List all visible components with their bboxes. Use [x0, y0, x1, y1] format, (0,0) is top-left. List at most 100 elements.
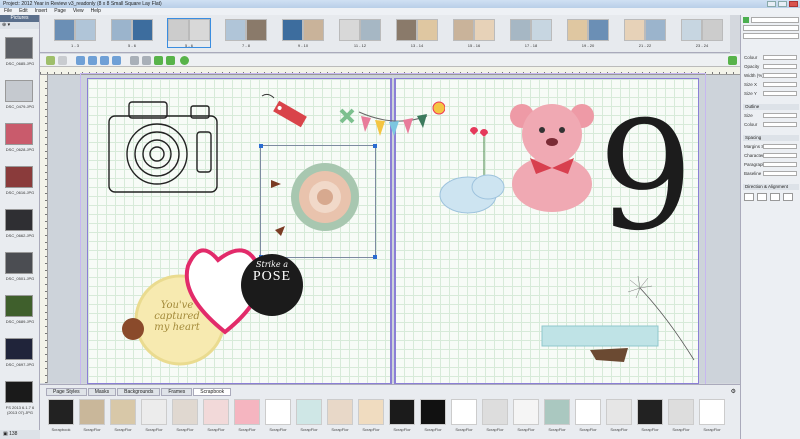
scrapbook-item[interactable]: ScrapFlor: [356, 399, 386, 437]
scrapbook-item[interactable]: ScrapFlor: [635, 399, 665, 437]
number-nine-sticker[interactable]: 9: [598, 102, 693, 252]
redo-icon[interactable]: [58, 56, 67, 65]
picture-thumbnail[interactable]: [5, 252, 33, 274]
maximize-button[interactable]: [778, 1, 787, 7]
spacing-1-field[interactable]: [763, 153, 797, 158]
scrapbook-item[interactable]: ScrapFlor: [511, 399, 541, 437]
play-icon[interactable]: [180, 56, 189, 65]
property-3-field[interactable]: [763, 82, 797, 87]
style-select[interactable]: [743, 25, 799, 31]
align-center-icon[interactable]: [757, 193, 767, 201]
menu-page[interactable]: Page: [54, 8, 66, 15]
scrapbook-item[interactable]: ScrapFlor: [263, 399, 293, 437]
spread-thumbnail[interactable]: 11 - 12: [339, 19, 381, 48]
font-select[interactable]: [751, 17, 799, 23]
spread-thumbnail[interactable]: 9 - 10: [282, 19, 324, 48]
align-right-icon[interactable]: [770, 193, 780, 201]
arrow-left-icon[interactable]: [154, 56, 163, 65]
scrapbook-item[interactable]: ScrapFlor: [294, 399, 324, 437]
settings-icon[interactable]: ⚙: [731, 388, 736, 395]
menu-help[interactable]: Help: [91, 8, 101, 15]
picture-thumbnail[interactable]: [5, 381, 33, 403]
menu-view[interactable]: View: [73, 8, 84, 15]
zoom-out-icon[interactable]: [130, 56, 139, 65]
minimize-button[interactable]: [767, 1, 776, 7]
picture-thumbnail[interactable]: [5, 209, 33, 231]
align-justify-icon[interactable]: [783, 193, 793, 201]
scrapbook-item[interactable]: ScrapFlor: [480, 399, 510, 437]
scrapbook-item[interactable]: Scrapbook: [46, 399, 76, 437]
scrapbook-item[interactable]: ScrapFlor: [697, 399, 727, 437]
scrapbook-item[interactable]: ScrapFlor: [573, 399, 603, 437]
scrapbook-item[interactable]: ScrapFlor: [418, 399, 448, 437]
duplicate-page-icon[interactable]: [88, 56, 97, 65]
scrapbook-item[interactable]: ScrapFlor: [325, 399, 355, 437]
spread-thumbnail[interactable]: 13 - 14: [396, 19, 438, 48]
scrapbook-item[interactable]: ScrapFlor: [542, 399, 572, 437]
add-image-icon[interactable]: [112, 56, 121, 65]
spacing-3-field[interactable]: [763, 171, 797, 176]
undo-icon[interactable]: [46, 56, 55, 65]
scrapbook-item[interactable]: ScrapFlor: [108, 399, 138, 437]
scrapbook-item[interactable]: ScrapFlor: [77, 399, 107, 437]
spread-thumbnail[interactable]: 15 - 16: [453, 19, 495, 48]
ribbon-tape-sticker[interactable]: [540, 322, 660, 364]
scrapbook-item[interactable]: ScrapFlor: [604, 399, 634, 437]
scrapbook-item[interactable]: ScrapFlor: [170, 399, 200, 437]
picture-thumbnail[interactable]: [5, 123, 33, 145]
tab-backgrounds[interactable]: Backgrounds: [117, 388, 161, 396]
scrapbook-item[interactable]: ScrapFlor: [232, 399, 262, 437]
spacing-2-field[interactable]: [763, 162, 797, 167]
picture-thumbnail[interactable]: [5, 80, 33, 102]
size-select[interactable]: [743, 33, 799, 39]
spread-thumbnail[interactable]: 17 - 18: [510, 19, 552, 48]
window-title: Project: 2012 Year in Review v3_readonly…: [3, 1, 162, 7]
menu-insert[interactable]: Insert: [35, 8, 48, 15]
picture-thumbnail[interactable]: [5, 338, 33, 360]
spread-thumbnail[interactable]: 5 - 6: [167, 18, 211, 48]
zoom-in-icon[interactable]: [142, 56, 151, 65]
add-page-icon[interactable]: [76, 56, 85, 65]
scrapbook-item[interactable]: ScrapFlor: [666, 399, 696, 437]
panel-toggle-icon[interactable]: [728, 56, 737, 65]
tab-page-styles[interactable]: Page Styles: [46, 388, 87, 396]
property-2-field[interactable]: [763, 73, 797, 78]
pictures-toolbar[interactable]: ⊕ ▾: [0, 22, 39, 29]
outline-1-field[interactable]: [763, 122, 797, 127]
spacing-0-field[interactable]: [763, 144, 797, 149]
align-left-icon[interactable]: [744, 193, 754, 201]
tab-masks[interactable]: Masks: [87, 388, 117, 396]
menu-file[interactable]: File: [4, 8, 12, 15]
camera-sticker[interactable]: [105, 92, 225, 202]
property-4-field[interactable]: [763, 91, 797, 96]
teddy-bear-sticker[interactable]: [502, 100, 607, 215]
close-button[interactable]: [789, 1, 798, 7]
menu-edit[interactable]: Edit: [19, 8, 28, 15]
tag-sticker[interactable]: [260, 92, 310, 132]
add-textbox-icon[interactable]: [100, 56, 109, 65]
flower-sticker[interactable]: [265, 152, 375, 247]
button-sticker[interactable]: [122, 318, 144, 340]
spread-thumbnail[interactable]: 1 - 3: [54, 19, 96, 48]
outline-0-field[interactable]: [763, 113, 797, 118]
spread-thumbnail[interactable]: 7 - 8: [225, 19, 267, 48]
picture-thumbnail[interactable]: [5, 295, 33, 317]
scrapbook-item[interactable]: ScrapFlor: [201, 399, 231, 437]
spread-thumbnail[interactable]: 5 - 6: [111, 19, 153, 48]
tab-scrapbook[interactable]: Scrapbook: [193, 388, 232, 396]
tab-frames[interactable]: Frames: [161, 388, 193, 396]
picture-thumbnail[interactable]: [5, 166, 33, 188]
spread-thumbnail[interactable]: 23 - 24: [681, 19, 723, 48]
spread-thumbnail[interactable]: 21 - 22: [624, 19, 666, 48]
spread-thumbnail[interactable]: 19 - 20: [567, 19, 609, 48]
picture-thumbnail[interactable]: [5, 37, 33, 59]
bunting-sticker[interactable]: [335, 98, 445, 148]
arrow-right-icon[interactable]: [166, 56, 175, 65]
property-1-field[interactable]: [763, 64, 797, 69]
property-0-field[interactable]: [763, 55, 797, 60]
scrapbook-item[interactable]: ScrapFlor: [139, 399, 169, 437]
resize-handle[interactable]: [259, 144, 263, 148]
resize-handle[interactable]: [373, 255, 377, 259]
scrapbook-item[interactable]: ScrapFlor: [387, 399, 417, 437]
scrapbook-item[interactable]: ScrapFlor: [449, 399, 479, 437]
